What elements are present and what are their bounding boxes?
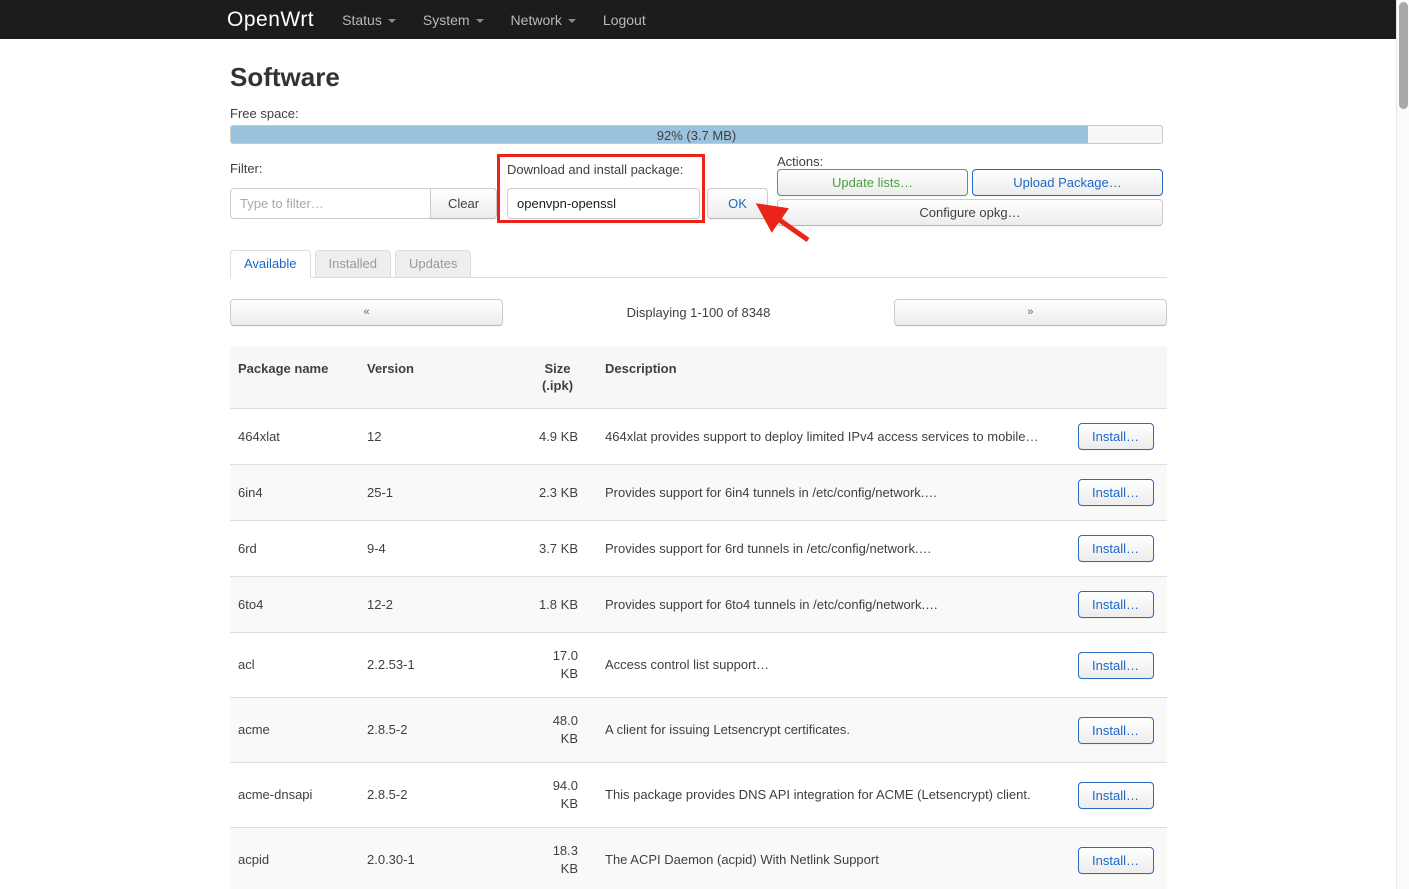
actions-label: Actions:: [777, 154, 823, 169]
tab-updates[interactable]: Updates: [395, 250, 471, 278]
page-scrollbar: [1396, 0, 1409, 889]
header-version: Version: [359, 346, 529, 409]
free-space-value: 92% (3.7 MB): [231, 128, 1162, 143]
table-row: acl 2.2.53-1 17.0 KB Access control list…: [230, 633, 1167, 698]
package-size: 94.0 KB: [529, 763, 586, 828]
nav-item-status[interactable]: Status: [342, 12, 396, 28]
package-name: acpid: [230, 828, 359, 889]
install-button[interactable]: Install…: [1078, 591, 1154, 618]
pager-status: Displaying 1-100 of 8348: [627, 305, 771, 320]
table-row: 6to4 12-2 1.8 KB Provides support for 6t…: [230, 577, 1167, 633]
content-container: Software Free space: 92% (3.7 MB) Filter…: [230, 39, 1167, 889]
page-title: Software: [230, 61, 1167, 93]
package-description: The ACPI Daemon (acpid) With Netlink Sup…: [586, 828, 1073, 889]
package-name: 6rd: [230, 521, 359, 577]
scrollbar-thumb[interactable]: [1399, 2, 1408, 109]
header-size: Size(.ipk): [529, 346, 586, 409]
install-button[interactable]: Install…: [1078, 479, 1154, 506]
download-package-input[interactable]: [507, 188, 700, 219]
package-description: Access control list support…: [586, 633, 1073, 698]
nav-item-system[interactable]: System: [423, 12, 484, 28]
package-description: Provides support for 6rd tunnels in /etc…: [586, 521, 1073, 577]
package-version: 9-4: [359, 521, 529, 577]
package-size: 17.0 KB: [529, 633, 586, 698]
clear-filter-button[interactable]: Clear: [430, 188, 497, 219]
package-description: 464xlat provides support to deploy limit…: [586, 409, 1073, 465]
update-lists-button[interactable]: Update lists…: [777, 169, 968, 196]
package-size: 1.8 KB: [529, 577, 586, 633]
package-size: 2.3 KB: [529, 465, 586, 521]
package-version: 2.8.5-2: [359, 763, 529, 828]
table-row: 6in4 25-1 2.3 KB Provides support for 6i…: [230, 465, 1167, 521]
openwrt-logo[interactable]: OpenWrt: [227, 8, 314, 32]
chevron-down-icon: [568, 19, 576, 23]
package-size: 3.7 KB: [529, 521, 586, 577]
nav-item-network[interactable]: Network: [511, 12, 576, 28]
header-actions: [1073, 346, 1167, 409]
package-name: acme-dnsapi: [230, 763, 359, 828]
package-name: acl: [230, 633, 359, 698]
table-row: 464xlat 12 4.9 KB 464xlat provides suppo…: [230, 409, 1167, 465]
free-space-label: Free space:: [230, 106, 1167, 121]
package-version: 12: [359, 409, 529, 465]
package-description: A client for issuing Letsencrypt certifi…: [586, 698, 1073, 763]
prev-page-button[interactable]: «: [230, 299, 503, 326]
package-version: 2.2.53-1: [359, 633, 529, 698]
package-table: Package name Version Size(.ipk) Descript…: [230, 346, 1167, 889]
ok-button[interactable]: OK: [707, 188, 768, 219]
upload-package-button[interactable]: Upload Package…: [972, 169, 1163, 196]
package-size: 48.0 KB: [529, 698, 586, 763]
chevron-down-icon: [476, 19, 484, 23]
install-button[interactable]: Install…: [1078, 652, 1154, 679]
package-version: 2.8.5-2: [359, 698, 529, 763]
controls-row: Filter: Clear Download and install packa…: [230, 148, 1167, 248]
package-size: 18.3 KB: [529, 828, 586, 889]
next-page-button[interactable]: »: [894, 299, 1167, 326]
free-space-progress-bar: 92% (3.7 MB): [230, 125, 1163, 144]
package-version: 2.0.30-1: [359, 828, 529, 889]
package-description: This package provides DNS API integratio…: [586, 763, 1073, 828]
table-header-row: Package name Version Size(.ipk) Descript…: [230, 346, 1167, 409]
package-name: 464xlat: [230, 409, 359, 465]
pager: « Displaying 1-100 of 8348 »: [230, 299, 1167, 326]
software-page: OpenWrt Status System Network Logout Sof…: [0, 0, 1409, 889]
header-package-name: Package name: [230, 346, 359, 409]
package-description: Provides support for 6to4 tunnels in /et…: [586, 577, 1073, 633]
table-row: acme-dnsapi 2.8.5-2 94.0 KB This package…: [230, 763, 1167, 828]
nav-item-logout[interactable]: Logout: [603, 12, 646, 28]
tab-available[interactable]: Available: [230, 250, 311, 278]
actions-buttons: Update lists… Upload Package…: [777, 169, 1163, 196]
table-row: acme 2.8.5-2 48.0 KB A client for issuin…: [230, 698, 1167, 763]
table-row: 6rd 9-4 3.7 KB Provides support for 6rd …: [230, 521, 1167, 577]
package-table-body: 464xlat 12 4.9 KB 464xlat provides suppo…: [230, 409, 1167, 889]
header-description: Description: [586, 346, 1073, 409]
install-button[interactable]: Install…: [1078, 847, 1154, 874]
nav-menu: Status System Network Logout: [342, 12, 673, 28]
filter-group: Clear: [230, 188, 497, 219]
install-button[interactable]: Install…: [1078, 423, 1154, 450]
package-description: Provides support for 6in4 tunnels in /et…: [586, 465, 1073, 521]
configure-opkg-button[interactable]: Configure opkg…: [777, 199, 1163, 226]
table-row: acpid 2.0.30-1 18.3 KB The ACPI Daemon (…: [230, 828, 1167, 889]
chevron-down-icon: [388, 19, 396, 23]
install-button[interactable]: Install…: [1078, 782, 1154, 809]
package-name: 6in4: [230, 465, 359, 521]
top-navbar: OpenWrt Status System Network Logout: [0, 0, 1396, 39]
package-name: 6to4: [230, 577, 359, 633]
package-size: 4.9 KB: [529, 409, 586, 465]
package-version: 12-2: [359, 577, 529, 633]
install-button[interactable]: Install…: [1078, 717, 1154, 744]
filter-label: Filter:: [230, 161, 263, 176]
package-name: acme: [230, 698, 359, 763]
package-version: 25-1: [359, 465, 529, 521]
tab-installed[interactable]: Installed: [315, 250, 391, 278]
package-tabs: Available Installed Updates: [230, 250, 1167, 278]
download-package-label: Download and install package:: [507, 162, 683, 177]
filter-input[interactable]: [230, 188, 431, 219]
install-button[interactable]: Install…: [1078, 535, 1154, 562]
